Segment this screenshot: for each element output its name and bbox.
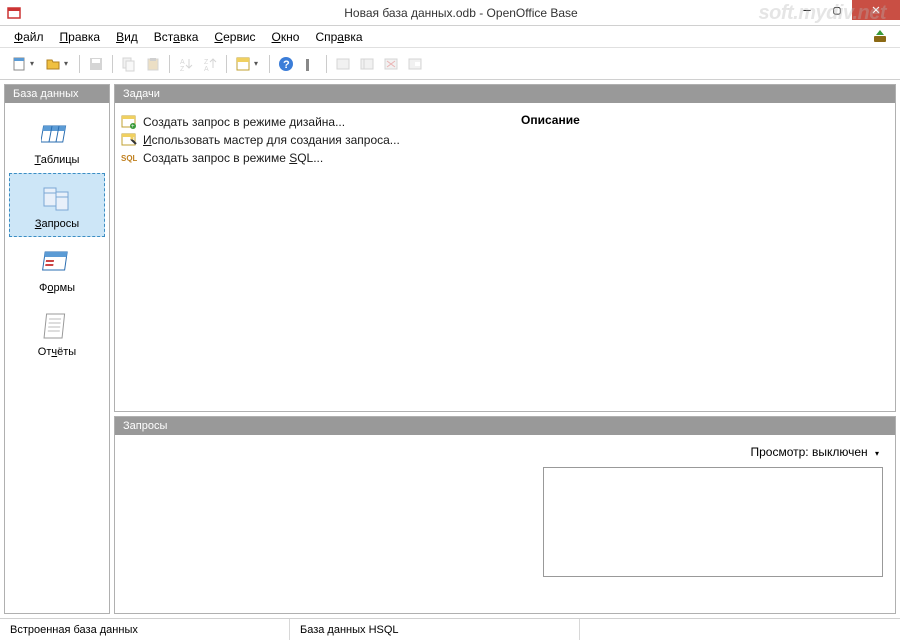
right-column: Задачи + Создать запрос в режиме дизайна… — [114, 84, 896, 614]
database-sidebar: База данных Таблицы Запросы Формы — [4, 84, 110, 614]
task-create-design[interactable]: + Создать запрос в режиме дизайна... — [121, 113, 509, 131]
sql-icon: SQL — [121, 150, 137, 166]
task-list: + Создать запрос в режиме дизайна... Исп… — [115, 103, 515, 411]
separator — [269, 55, 270, 73]
preview-label: Просмотр: выключен — [750, 445, 867, 459]
open-dropdown[interactable]: ▾ — [64, 59, 72, 68]
sidebar-item-label: Таблицы — [35, 154, 80, 166]
task-create-sql[interactable]: SQL Создать запрос в режиме SQL... — [121, 149, 509, 167]
svg-text:Z: Z — [180, 66, 185, 72]
separator — [326, 55, 327, 73]
wizard-icon — [121, 132, 137, 148]
task-label: Использовать мастер для создания запроса… — [143, 133, 400, 147]
preview-toggle[interactable]: Просмотр: выключен ▾ — [127, 443, 883, 461]
queries-panel: Запросы Просмотр: выключен ▾ — [114, 416, 896, 614]
description-column: Описание — [515, 103, 895, 411]
preview-area — [543, 467, 883, 577]
separator — [226, 55, 227, 73]
task-label: Создать запрос в режиме SQL... — [143, 151, 323, 165]
whatsthis-button[interactable] — [299, 53, 321, 75]
sidebar-item-label: Запросы — [35, 218, 79, 230]
table-delete-button — [380, 53, 402, 75]
svg-text:+: + — [131, 124, 135, 130]
window-controls: — ▢ ✕ — [792, 0, 900, 20]
queries-header: Запросы — [115, 417, 895, 435]
sidebar-item-tables[interactable]: Таблицы — [9, 109, 105, 173]
tables-icon — [41, 118, 73, 150]
sidebar-item-forms[interactable]: Формы — [9, 237, 105, 301]
tasks-body: + Создать запрос в режиме дизайна... Исп… — [115, 103, 895, 411]
menu-view[interactable]: Вид — [110, 28, 144, 46]
forms-icon — [41, 246, 73, 278]
statusbar: Встроенная база данных База данных HSQL — [0, 618, 900, 640]
paste-button — [142, 53, 164, 75]
table-new-button — [332, 53, 354, 75]
status-engine: База данных HSQL — [290, 619, 580, 640]
menubar: Файл Правка Вид Вставка Сервис Окно Спра… — [0, 26, 900, 48]
status-empty — [580, 619, 900, 640]
tasks-header: Задачи — [115, 85, 895, 103]
reports-icon — [41, 310, 73, 342]
sidebar-item-reports[interactable]: Отчёты — [9, 301, 105, 365]
copy-button — [118, 53, 140, 75]
separator — [112, 55, 113, 73]
sort-desc-button: ZA — [199, 53, 221, 75]
status-embedded: Встроенная база данных — [0, 619, 290, 640]
new-dropdown[interactable]: ▾ — [30, 59, 38, 68]
toolbar-update-icon[interactable] — [872, 28, 888, 44]
sidebar-item-label: Отчёты — [38, 346, 76, 358]
open-button[interactable] — [42, 53, 64, 75]
task-label: Создать запрос в режиме дизайна... — [143, 115, 345, 129]
svg-text:SQL: SQL — [121, 154, 137, 163]
sort-asc-button: AZ — [175, 53, 197, 75]
separator — [169, 55, 170, 73]
svg-text:A: A — [180, 59, 185, 66]
main-area: База данных Таблицы Запросы Формы — [0, 80, 900, 618]
table-rename-button — [404, 53, 426, 75]
close-button[interactable]: ✕ — [852, 0, 900, 20]
menu-help[interactable]: Справка — [309, 28, 368, 46]
task-use-wizard[interactable]: Использовать мастер для создания запроса… — [121, 131, 509, 149]
sidebar-item-queries[interactable]: Запросы — [9, 173, 105, 237]
menu-tools[interactable]: Сервис — [208, 28, 261, 46]
sidebar-header: База данных — [5, 85, 109, 103]
form-button[interactable] — [232, 53, 254, 75]
window-title: Новая база данных.odb - OpenOffice Base — [22, 6, 900, 20]
design-icon: + — [121, 114, 137, 130]
form-dropdown[interactable]: ▾ — [254, 59, 262, 68]
chevron-down-icon: ▾ — [875, 449, 879, 458]
description-label: Описание — [521, 113, 889, 127]
svg-text:?: ? — [283, 59, 290, 71]
help-button[interactable]: ? — [275, 53, 297, 75]
queries-body: Просмотр: выключен ▾ — [115, 435, 895, 613]
tasks-panel: Задачи + Создать запрос в режиме дизайна… — [114, 84, 896, 412]
maximize-button[interactable]: ▢ — [822, 0, 852, 20]
menu-window[interactable]: Окно — [266, 28, 306, 46]
table-edit-button — [356, 53, 378, 75]
app-icon — [6, 5, 22, 21]
new-button[interactable] — [8, 53, 30, 75]
titlebar: Новая база данных.odb - OpenOffice Base … — [0, 0, 900, 26]
queries-icon — [41, 182, 73, 214]
toolbar: ▾ ▾ AZ ZA ▾ ? — [0, 48, 900, 80]
svg-text:Z: Z — [204, 59, 209, 66]
save-button — [85, 53, 107, 75]
svg-text:A: A — [204, 66, 209, 72]
sidebar-item-label: Формы — [39, 282, 75, 294]
menu-file[interactable]: Файл — [8, 28, 50, 46]
separator — [79, 55, 80, 73]
sidebar-items: Таблицы Запросы Формы Отчёты — [5, 103, 109, 613]
menu-insert[interactable]: Вставка — [148, 28, 205, 46]
minimize-button[interactable]: — — [792, 0, 822, 20]
menu-edit[interactable]: Правка — [54, 28, 107, 46]
